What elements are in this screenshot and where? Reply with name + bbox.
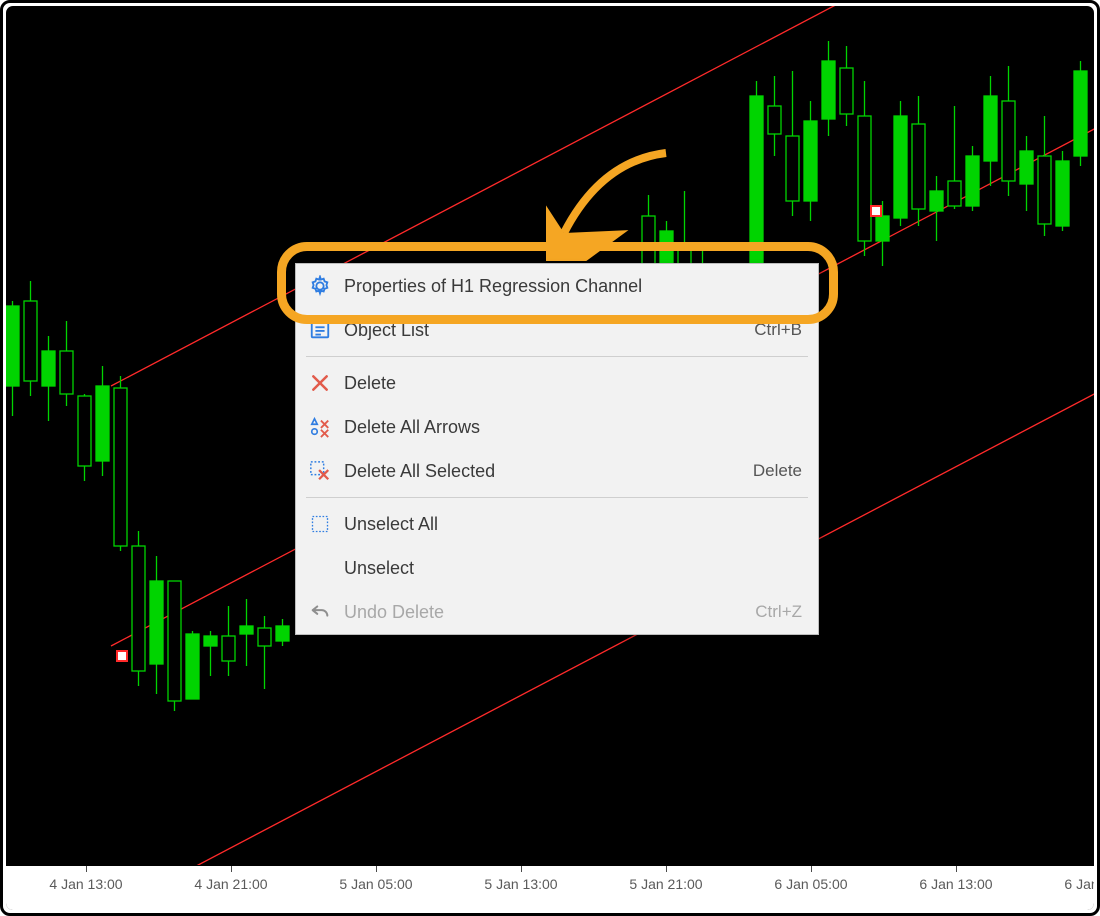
time-axis-tick: 5 Jan 13:00 <box>471 866 571 892</box>
menu-separator <box>306 356 808 357</box>
context-menu[interactable]: Properties of H1 Regression Channel Objec… <box>295 263 819 635</box>
time-axis-tick: 6 Jan 13:00 <box>906 866 1006 892</box>
time-axis-tick: 4 Jan 21:00 <box>181 866 281 892</box>
menu-item-x[interactable]: Delete <box>296 361 818 405</box>
menu-item-label: Unselect <box>344 558 802 579</box>
time-axis-tick: 6 Jan 05:00 <box>761 866 861 892</box>
time-axis-tick: 6 Jan 21:00 <box>1051 866 1094 892</box>
menu-item-label: Properties of H1 Regression Channel <box>344 276 802 297</box>
menu-item-item8[interactable]: Unselect <box>296 546 818 590</box>
menu-item-box[interactable]: Unselect All <box>296 502 818 546</box>
menu-item-label: Delete All Selected <box>344 461 753 482</box>
menu-item-label: Delete All Arrows <box>344 417 802 438</box>
undo-icon <box>296 601 344 623</box>
menu-item-shortcut: Delete <box>753 461 802 481</box>
menu-item-shortcut: Ctrl+Z <box>755 602 802 622</box>
time-axis-tick: 5 Jan 21:00 <box>616 866 716 892</box>
menu-item-list[interactable]: Object ListCtrl+B <box>296 308 818 352</box>
menu-item-label: Undo Delete <box>344 602 755 623</box>
box-icon <box>296 514 344 534</box>
x-icon <box>296 373 344 393</box>
menu-separator <box>306 497 808 498</box>
menu-item-gear[interactable]: Properties of H1 Regression Channel <box>296 264 818 308</box>
menu-item-shortcut: Ctrl+B <box>754 320 802 340</box>
menu-item-label: Unselect All <box>344 514 802 535</box>
menu-item-label: Delete <box>344 373 802 394</box>
menu-item-label: Object List <box>344 320 754 341</box>
menu-item-shapes[interactable]: Delete All Arrows <box>296 405 818 449</box>
app-frame: 04 Jan 13:00 4 Jan 21:00 5 Jan 05:00 5 Jan … <box>0 0 1100 916</box>
menu-item-undo: Undo DeleteCtrl+Z <box>296 590 818 634</box>
chart-area[interactable]: 04 Jan 13:00 4 Jan 21:00 5 Jan 05:00 5 Jan … <box>6 6 1094 910</box>
selx-icon <box>296 460 344 482</box>
gear-icon <box>296 275 344 297</box>
shapes-icon <box>296 416 344 438</box>
time-axis-tick: 5 Jan 05:00 <box>326 866 426 892</box>
list-icon <box>296 319 344 341</box>
menu-item-selx[interactable]: Delete All SelectedDelete <box>296 449 818 493</box>
time-axis-tick: 4 Jan 13:00 <box>36 866 136 892</box>
time-axis-tick: 0 <box>6 866 36 892</box>
time-axis: 04 Jan 13:00 4 Jan 21:00 5 Jan 05:00 5 Jan … <box>6 865 1094 910</box>
